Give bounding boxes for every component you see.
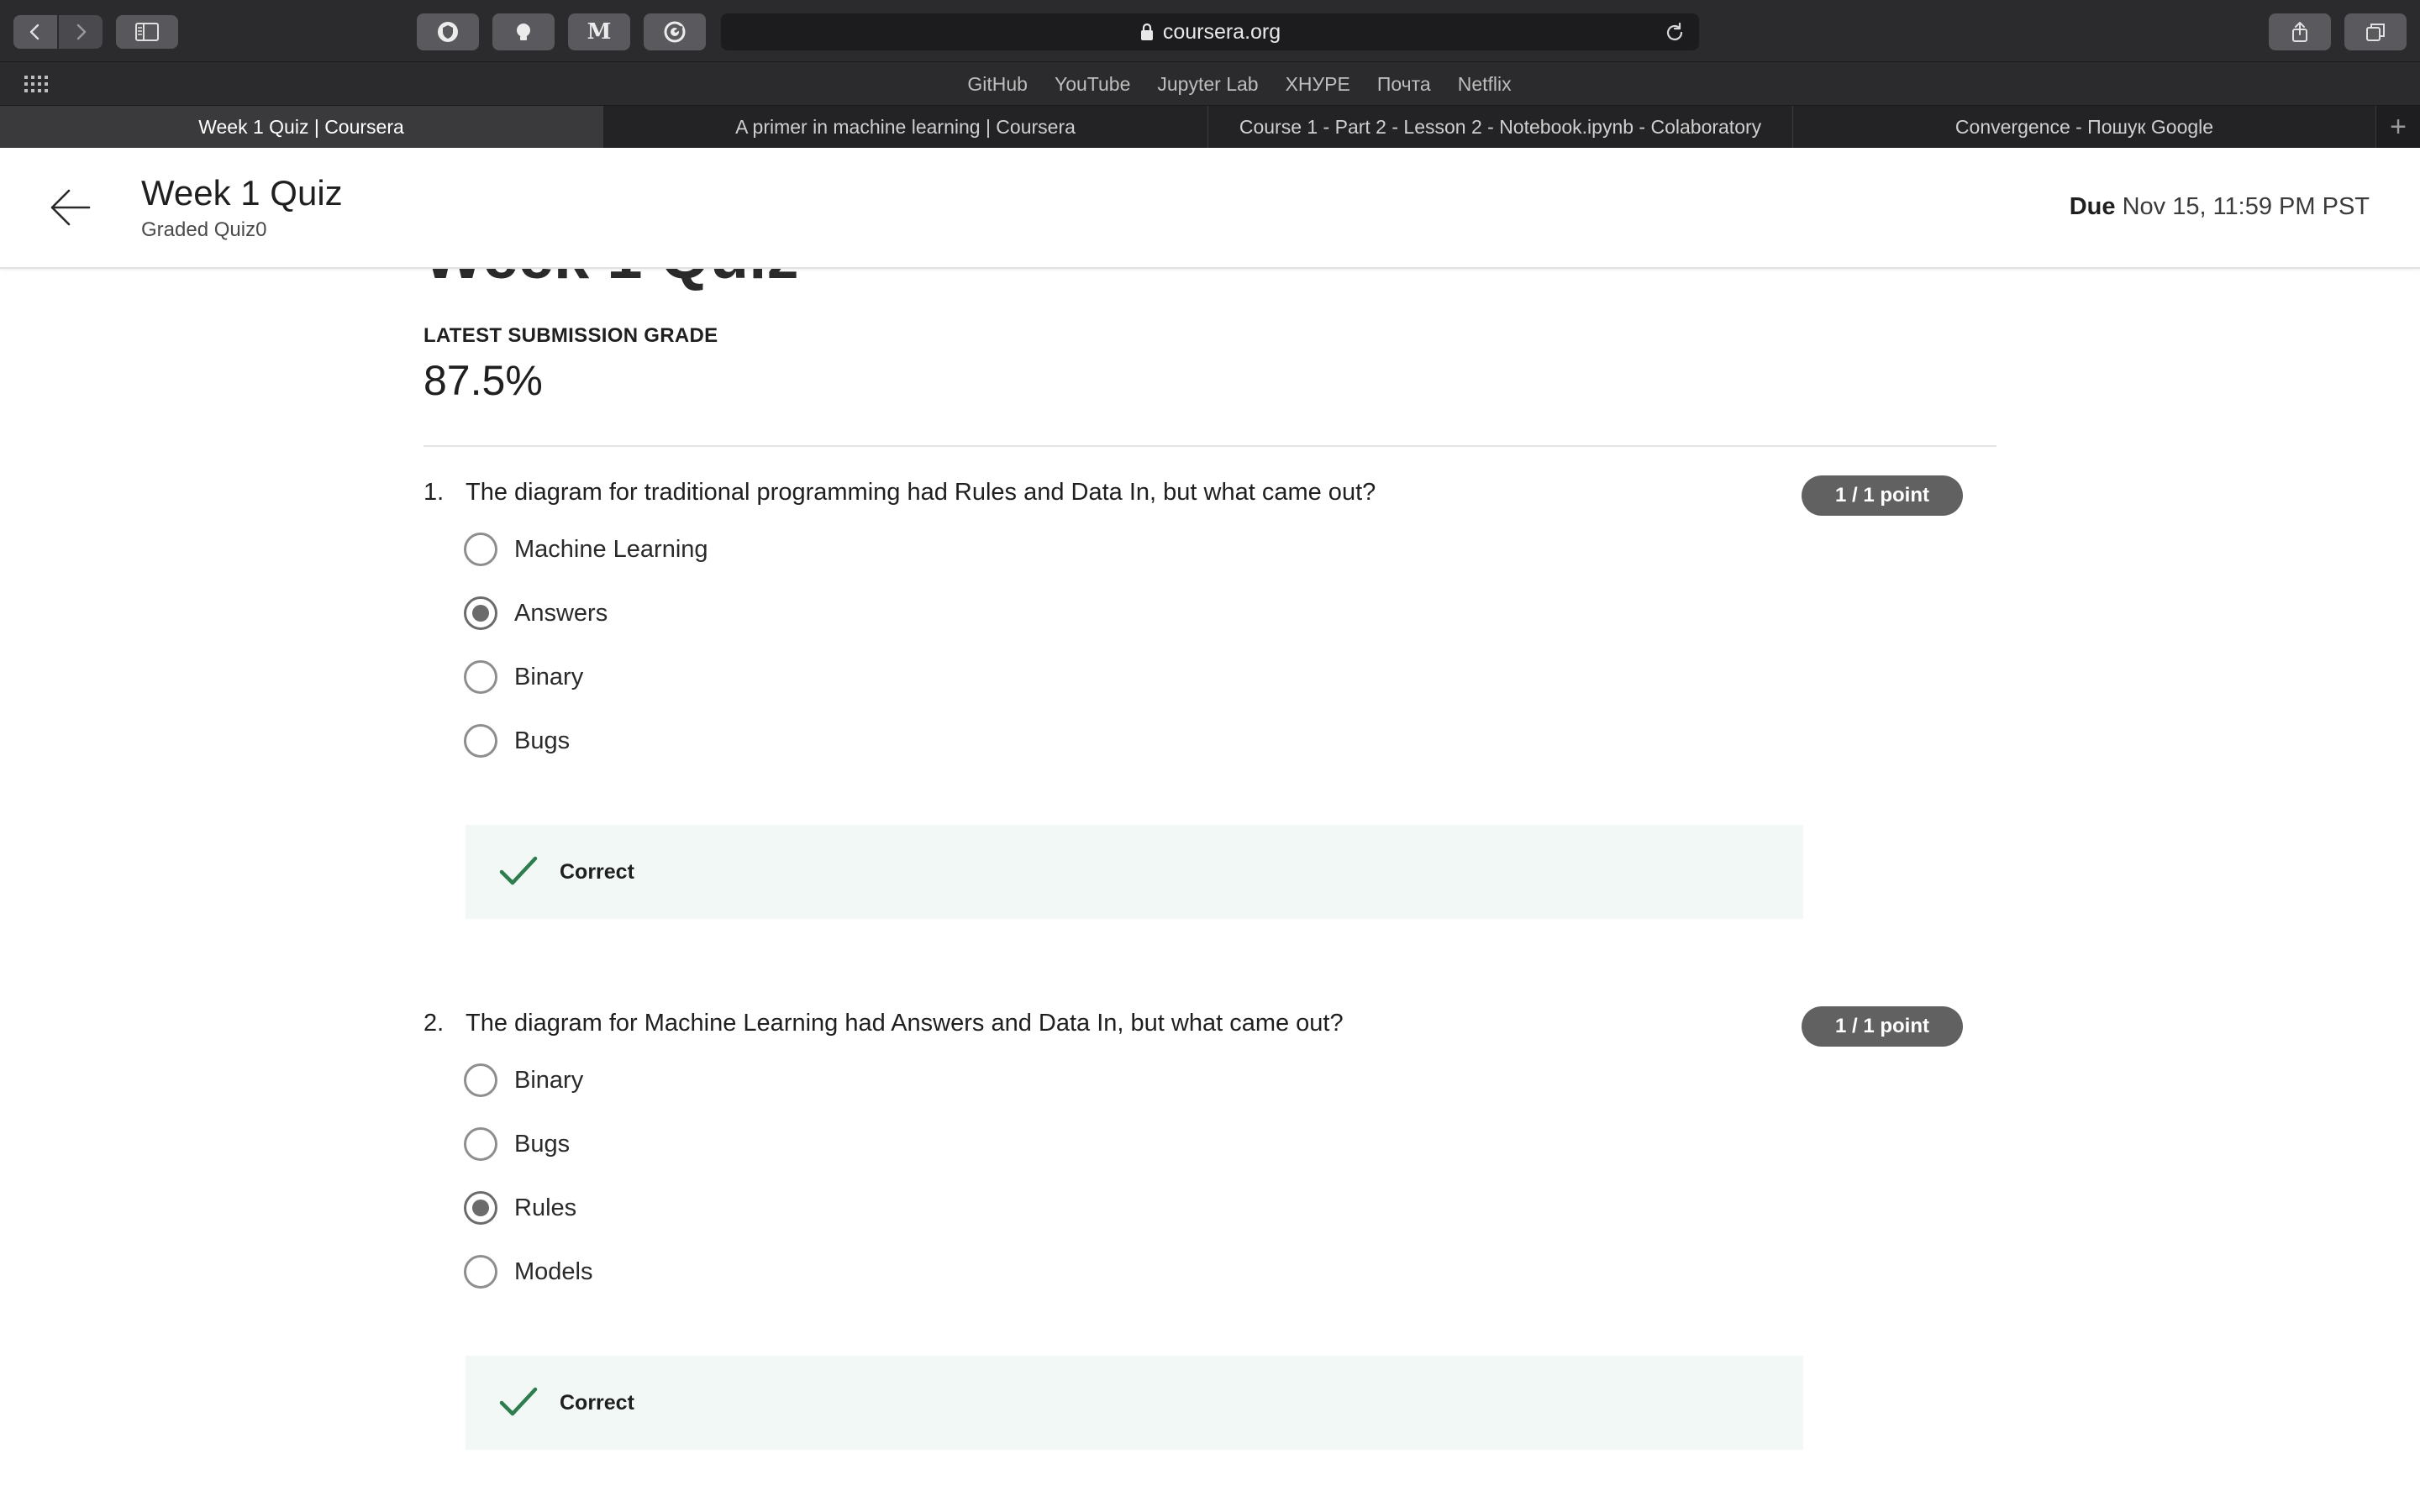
tabs-icon [2366,24,2385,41]
option-label: Rules [514,1194,577,1221]
radio-button[interactable] [464,533,497,566]
radio-button[interactable] [464,724,497,758]
option-label: Binary [514,1066,584,1094]
m-extension-icon: M [587,19,612,45]
question-text: The diagram for Machine Learning had Ans… [466,1010,1344,1037]
extension-button-2[interactable] [492,13,555,50]
feedback-text: Correct [560,859,634,884]
due-label: Due [2069,193,2116,220]
due-value: Nov 15, 11:59 PM PST [2122,193,2370,220]
due-date: Due Nov 15, 11:59 PM PST [2070,193,2370,221]
reload-icon[interactable] [1664,22,1686,44]
chevron-left-icon [29,24,39,40]
sidebar-icon [135,23,159,41]
back-nav-button[interactable] [13,15,57,49]
target-extension-icon [664,21,686,43]
tab-primer-ml[interactable]: A primer in machine learning | Coursera [603,106,1208,148]
points-badge: 1 / 1 point [1802,1006,1963,1047]
answer-option[interactable]: Binary [464,659,583,696]
extension-button-3[interactable]: M [568,13,630,50]
radio-button[interactable] [464,1063,497,1097]
url-text: coursera.org [1162,19,1281,44]
share-button[interactable] [2269,13,2331,50]
favorite-nure[interactable]: ХНУРЕ [1286,73,1350,96]
new-tab-button[interactable]: + [2376,106,2420,148]
tab-colab-notebook[interactable]: Course 1 - Part 2 - Lesson 2 - Notebook.… [1208,106,1793,148]
checkmark-icon [499,856,538,885]
answer-option[interactable]: Rules [464,1189,576,1226]
radio-button[interactable] [464,1255,497,1289]
extension-button-1[interactable] [417,13,479,50]
favorite-github[interactable]: GitHub [967,73,1028,96]
answer-option[interactable]: Models [464,1253,593,1290]
option-label: Bugs [514,1130,571,1158]
favorite-mail[interactable]: Почта [1377,73,1431,96]
answer-option[interactable]: Bugs [464,722,570,759]
address-bar[interactable]: coursera.org [721,13,1699,50]
favorite-youtube[interactable]: YouTube [1055,73,1130,96]
radio-button[interactable] [464,660,497,694]
feedback-box: Correct [466,825,1803,919]
option-label: Machine Learning [514,535,708,563]
answer-option[interactable]: Answers [464,595,608,632]
radio-button-selected[interactable] [464,1191,497,1225]
page-title: Week 1 Quiz [424,269,798,293]
forward-nav-button[interactable] [59,15,103,49]
answer-option[interactable]: Bugs [464,1126,570,1163]
question-number: 2. [424,1010,445,1037]
option-label: Models [514,1257,593,1285]
favorites-bar: GitHub YouTube Jupyter Lab ХНУРЕ Почта N… [0,62,2420,106]
header-title: Week 1 Quiz [141,173,343,213]
extension-button-4[interactable] [644,13,706,50]
lightbulb-icon [517,24,530,40]
favorite-jupyter-lab[interactable]: Jupyter Lab [1157,73,1258,96]
tab-week1-quiz[interactable]: Week 1 Quiz | Coursera [0,106,603,148]
question-text: The diagram for traditional programming … [466,479,1376,506]
feedback-box: Correct [466,1356,1803,1450]
option-label: Bugs [514,727,571,754]
tab-bar: Week 1 Quiz | Coursera A primer in machi… [0,106,2420,148]
lock-icon [1140,23,1153,40]
divider [424,445,1996,447]
option-label: Answers [514,599,608,627]
grade-value: 87.5% [424,357,543,404]
back-arrow-icon[interactable] [47,185,92,230]
header-subtitle: Graded Quiz0 [141,218,267,241]
radio-button[interactable] [464,1127,497,1161]
points-badge: 1 / 1 point [1802,475,1963,516]
answer-option[interactable]: Machine Learning [464,531,708,568]
favorite-netflix[interactable]: Netflix [1458,73,1512,96]
tabs-overview-button[interactable] [2344,13,2407,50]
share-icon [2292,22,2307,42]
option-label: Binary [514,663,584,690]
browser-toolbar: M coursera.org [0,0,2420,62]
feedback-text: Correct [560,1390,634,1415]
shield-extension-icon [438,22,458,42]
question-number: 1. [424,479,445,506]
answer-option[interactable]: Binary [464,1062,583,1099]
sidebar-toggle-button[interactable] [116,15,178,49]
radio-button-selected[interactable] [464,596,497,630]
chevron-right-icon [76,24,87,40]
quiz-content: Week 1 Quiz LATEST SUBMISSION GRADE 87.5… [0,269,2420,1512]
tab-google-convergence[interactable]: Convergence - Пошук Google [1793,106,2376,148]
checkmark-icon [499,1387,538,1416]
grade-label: LATEST SUBMISSION GRADE [424,324,718,347]
quiz-header: Week 1 Quiz Graded Quiz0 Due Nov 15, 11:… [0,148,2420,269]
